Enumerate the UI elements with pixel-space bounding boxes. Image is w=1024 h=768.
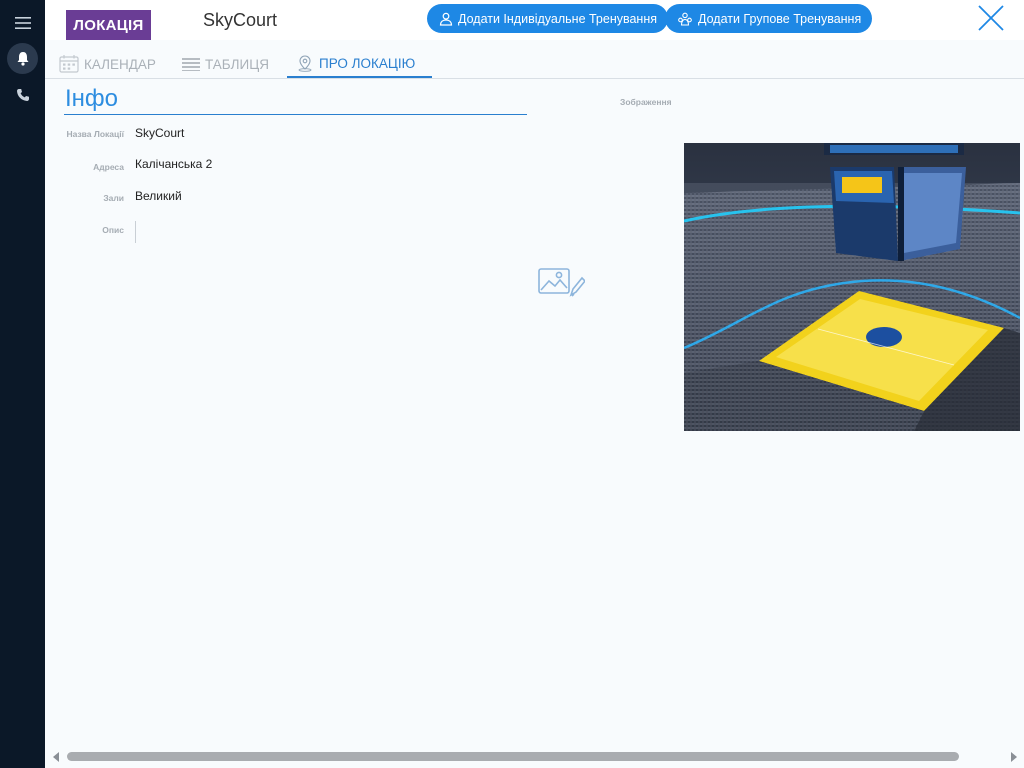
halls-label: Зали xyxy=(103,193,124,203)
tab-about-location[interactable]: ПРО ЛОКАЦІЮ xyxy=(287,50,432,78)
bell-icon[interactable] xyxy=(7,43,38,74)
add-group-training-label: Додати Групове Тренування xyxy=(698,11,862,26)
add-individual-training-button[interactable]: Додати Індивідуальне Тренування xyxy=(427,4,669,33)
tab-bar: КАЛЕНДАР ТАБЛИЦЯ ПРО ЛОКАЦІЮ xyxy=(45,40,1024,79)
horizontal-scrollbar[interactable] xyxy=(50,751,1020,763)
group-icon xyxy=(678,12,692,26)
location-name-value: SkyCourt xyxy=(135,126,185,140)
location-name: SkyCourt xyxy=(203,10,278,30)
table-icon xyxy=(182,58,200,71)
add-group-training-button[interactable]: Додати Групове Тренування xyxy=(665,4,873,33)
left-rail xyxy=(0,0,45,768)
info-section-title: Інфо xyxy=(64,85,527,115)
description-label: Опис xyxy=(102,225,124,235)
description-field[interactable] xyxy=(135,221,136,243)
tab-calendar-label: КАЛЕНДАР xyxy=(84,56,156,72)
location-photo xyxy=(684,143,1020,431)
menu-icon[interactable] xyxy=(7,7,38,38)
page-badge: ЛОКАЦІЯ xyxy=(66,10,151,40)
edit-image-icon[interactable] xyxy=(537,265,585,299)
tab-calendar[interactable]: КАЛЕНДАР xyxy=(50,50,165,78)
tab-about-location-label: ПРО ЛОКАЦІЮ xyxy=(319,55,416,71)
tab-table[interactable]: ТАБЛИЦЯ xyxy=(173,50,278,78)
tab-table-label: ТАБЛИЦЯ xyxy=(205,56,269,72)
header: ЛОКАЦІЯ SkyCourt Додати Індивідуальне Тр… xyxy=(45,0,1024,40)
add-individual-training-label: Додати Індивідуальне Тренування xyxy=(458,11,658,26)
address-label: Адреса xyxy=(93,162,124,172)
calendar-icon xyxy=(59,55,79,73)
phone-icon[interactable] xyxy=(7,79,38,110)
location-name-label: Назва Локації xyxy=(66,129,124,139)
image-section-label: Зображення xyxy=(620,97,672,107)
close-icon[interactable] xyxy=(977,4,1005,32)
user-icon xyxy=(439,12,453,26)
address-value: Калічанська 2 xyxy=(135,157,213,171)
halls-value: Великий xyxy=(135,189,182,203)
location-pin-icon xyxy=(298,55,312,72)
scrollbar-thumb[interactable] xyxy=(67,752,959,761)
scroll-right-icon[interactable] xyxy=(1011,752,1017,762)
scroll-left-icon[interactable] xyxy=(53,752,59,762)
